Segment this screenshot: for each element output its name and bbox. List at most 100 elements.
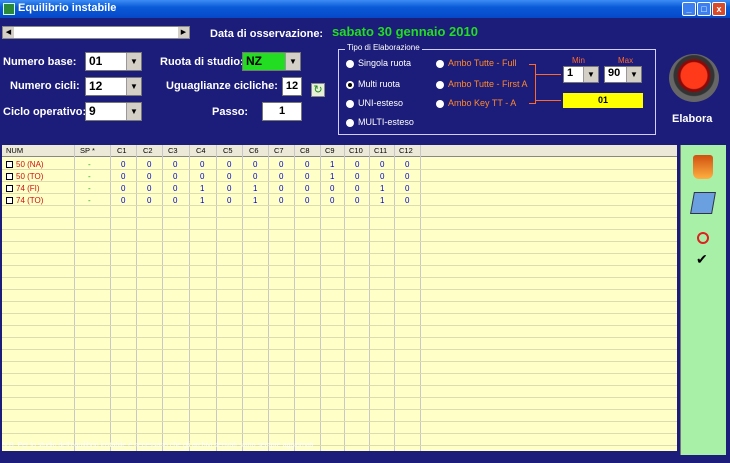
column-header[interactable]: NUM	[6, 146, 23, 155]
radio-icon	[436, 59, 444, 68]
row-checkbox[interactable]	[6, 197, 13, 204]
grid-line	[394, 145, 395, 451]
ruota-select[interactable]: NZ ▼	[242, 52, 301, 71]
cell-c11: 1	[380, 196, 385, 205]
ciclo-operativo-select[interactable]: 9 ▼	[85, 102, 142, 121]
elabora-label: Elabora	[672, 113, 713, 125]
data-grid[interactable]: NUM SP * C1 C2 C3 C4 C5 C6 C7 C8 C9 C10 …	[2, 145, 677, 451]
scroll-left-arrow-icon[interactable]: ◀	[3, 27, 14, 38]
column-header[interactable]: SP *	[80, 146, 95, 155]
column-header[interactable]: C4	[196, 146, 206, 155]
row-checkbox[interactable]	[6, 161, 13, 168]
grid-line	[268, 145, 269, 451]
cell-c12: 0	[405, 172, 410, 181]
radio-uni-esteso[interactable]: UNI-esteso	[346, 98, 403, 108]
chevron-down-icon[interactable]: ▼	[626, 67, 641, 82]
cell-num: 50 (TO)	[16, 172, 44, 181]
elabora-button[interactable]	[669, 54, 719, 102]
passo-input[interactable]: 1	[262, 102, 302, 121]
radio-ambo-tutte-full[interactable]: Ambo Tutte - Full	[436, 58, 517, 68]
horizontal-scrollbar[interactable]: ◀ ▶	[2, 26, 190, 39]
max-select[interactable]: 90 ▼	[604, 66, 642, 83]
close-button[interactable]: x	[712, 2, 726, 16]
radio-icon	[346, 59, 354, 68]
grid-line	[2, 277, 677, 278]
column-header[interactable]: C11	[374, 146, 387, 155]
radio-multi-esteso[interactable]: MULTI-esteso	[346, 117, 414, 127]
cell-c2: 0	[147, 196, 152, 205]
row-checkbox[interactable]	[6, 185, 13, 192]
column-header[interactable]: C9	[325, 146, 335, 155]
numero-base-select[interactable]: 01 ▼	[85, 52, 142, 71]
grid-line	[2, 229, 677, 230]
column-header[interactable]: C8	[300, 146, 310, 155]
min-label: Min	[572, 56, 585, 65]
grid-line	[216, 145, 217, 451]
chevron-down-icon[interactable]: ▼	[126, 53, 141, 70]
column-header[interactable]: C1	[117, 146, 127, 155]
row-checkbox[interactable]	[6, 173, 13, 180]
cell-c5: 0	[227, 196, 232, 205]
cell-c5: 0	[227, 160, 232, 169]
radio-icon	[346, 118, 354, 127]
grid-line	[2, 253, 677, 254]
main-panel: ◀ ▶ Data di osservazione: sabato 30 genn…	[0, 18, 730, 463]
scroll-thumb[interactable]	[15, 27, 175, 38]
grid-line	[369, 145, 370, 451]
numero-cicli-label: Numero cicli:	[10, 80, 80, 92]
chevron-down-icon[interactable]: ▼	[126, 78, 141, 95]
checkmark-icon[interactable]: ✔	[696, 251, 708, 268]
refresh-icon[interactable]: ↻	[311, 83, 325, 97]
cell-c3: 0	[173, 184, 178, 193]
grid-line	[344, 145, 345, 451]
chevron-down-icon[interactable]: ▼	[285, 53, 300, 70]
radio-ambo-tutte-first[interactable]: Ambo Tutte - First A	[436, 79, 528, 89]
column-header[interactable]: C7	[274, 146, 284, 155]
radio-multi-ruota[interactable]: Multi ruota	[346, 79, 400, 89]
numero-cicli-select[interactable]: 12 ▼	[85, 77, 142, 96]
cell-c11: 0	[380, 160, 385, 169]
chevron-down-icon[interactable]: ▼	[126, 103, 141, 120]
radio-icon	[436, 80, 444, 89]
column-header[interactable]: C2	[143, 146, 153, 155]
cell-c10: 0	[355, 196, 360, 205]
cell-c2: 0	[147, 184, 152, 193]
cell-c6: 1	[253, 184, 258, 193]
uguaglianze-input[interactable]: 12	[282, 77, 302, 96]
cell-c7: 0	[279, 172, 284, 181]
radio-ambo-key[interactable]: Ambo Key TT - A	[436, 98, 516, 108]
passo-label: Passo:	[212, 106, 249, 118]
cell-c3: 0	[173, 172, 178, 181]
cell-num: 50 (NA)	[16, 160, 44, 169]
grid-line	[320, 145, 321, 451]
column-header[interactable]: C5	[223, 146, 233, 155]
column-header[interactable]: C12	[399, 146, 413, 155]
book-icon[interactable]	[690, 192, 716, 214]
bracket-line	[529, 64, 536, 104]
cell-c8: 0	[305, 172, 310, 181]
cell-c4: 1	[200, 196, 205, 205]
column-header[interactable]: C3	[168, 146, 178, 155]
maximize-button[interactable]: □	[697, 2, 711, 16]
cell-c8: 0	[305, 184, 310, 193]
grid-line	[294, 145, 295, 451]
chevron-down-icon[interactable]: ▼	[583, 67, 598, 82]
footer-note: N.B. Per lo studio dell'equilibrio insta…	[2, 442, 314, 449]
ciclo-operativo-label: Ciclo operativo:	[3, 106, 87, 118]
radio-singola-ruota[interactable]: Singola ruota	[346, 58, 411, 68]
minimize-button[interactable]: _	[682, 2, 696, 16]
grid-line	[189, 145, 190, 451]
cell-num: 74 (FI)	[16, 184, 40, 193]
cell-c10: 0	[355, 172, 360, 181]
stop-icon[interactable]	[697, 232, 709, 244]
grid-line	[2, 301, 677, 302]
column-header[interactable]: C6	[249, 146, 259, 155]
cell-c3: 0	[173, 160, 178, 169]
bucket-icon[interactable]	[693, 155, 713, 179]
scroll-right-arrow-icon[interactable]: ▶	[178, 27, 189, 38]
grid-line	[2, 421, 677, 422]
grid-line	[2, 409, 677, 410]
column-header[interactable]: C10	[349, 146, 363, 155]
min-select[interactable]: 1 ▼	[563, 66, 599, 83]
cell-c4: 0	[200, 172, 205, 181]
